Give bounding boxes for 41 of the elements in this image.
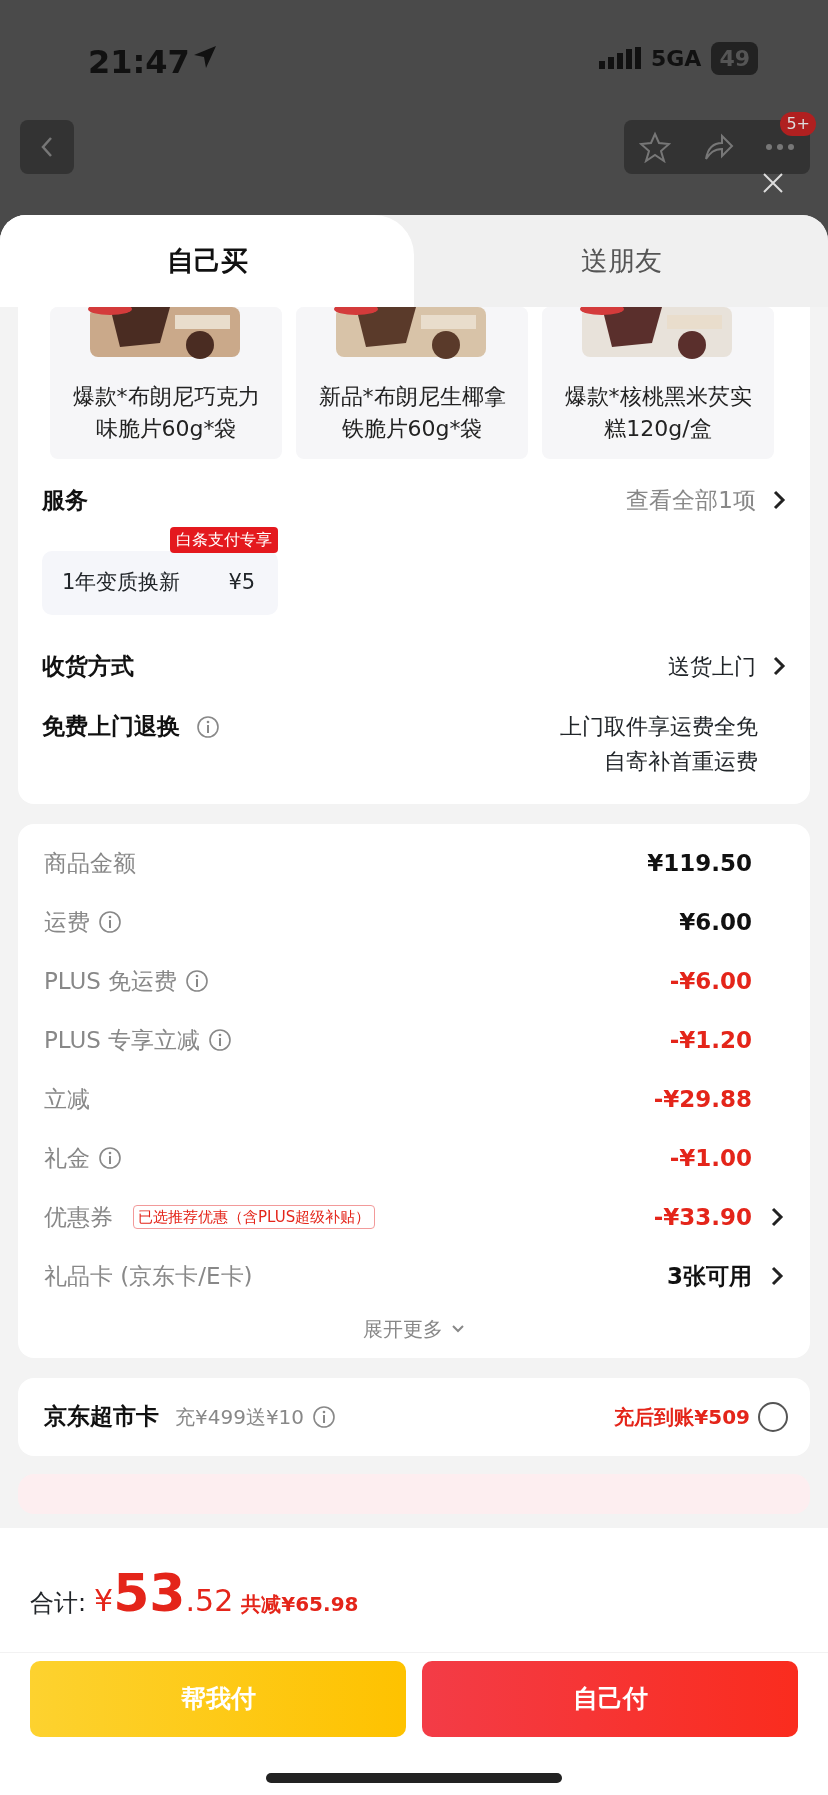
service-price: ¥5: [228, 569, 256, 597]
view-all-link[interactable]: 查看全部1项: [626, 482, 786, 518]
total-amount: ¥53.52: [94, 1562, 234, 1625]
network-label: 5GA: [650, 45, 702, 73]
price-value: ¥119.50: [647, 848, 752, 878]
delivery-label: 收货方式: [42, 651, 134, 681]
price-label: 礼品卡 (京东卡/E卡): [44, 1261, 253, 1291]
promo-tag: 白条支付专享: [170, 527, 278, 554]
tab[interactable]: 送朋友: [414, 215, 828, 307]
pay-myself-button[interactable]: 自己付: [422, 1661, 798, 1737]
price-value: -¥1.20: [669, 1025, 752, 1055]
price-label: 立减: [44, 1084, 90, 1114]
price-value: -¥33.90: [653, 1202, 752, 1232]
total-label: 合计:: [30, 1588, 87, 1619]
price-value: -¥6.00: [669, 966, 752, 996]
price-value: -¥1.00: [669, 1143, 752, 1173]
returns-label: 免费上门退换: [42, 712, 180, 742]
coupon-tag: 已选推荐优惠（含PLUS超级补贴）: [133, 1204, 376, 1230]
price-label: PLUS 专享立减: [44, 1025, 201, 1055]
price-label: 商品金额: [44, 848, 136, 878]
tab[interactable]: 自己买: [0, 215, 414, 307]
service-name: 1年变质换新: [62, 569, 181, 597]
price-label: 优惠券: [44, 1202, 113, 1232]
status-time: 21:47: [88, 42, 190, 83]
notification-badge: 5+: [780, 112, 816, 136]
expand-more-link[interactable]: 展开更多: [44, 1313, 784, 1344]
total-saving: 共减¥65.98: [241, 1591, 359, 1618]
returns-note: 上门取件享运费全免: [560, 713, 758, 742]
price-label: PLUS 免运费: [44, 966, 178, 996]
service-option[interactable]: 1年变质换新 ¥5: [42, 551, 278, 615]
returns-note: 自寄补首重运费: [603, 748, 758, 777]
section-title: 服务: [42, 485, 88, 515]
price-label: 礼金: [44, 1143, 90, 1173]
delivery-method-link[interactable]: 送货上门: [668, 649, 786, 683]
recharge-result: 充后到账¥509: [614, 1403, 750, 1431]
price-value: 3张可用: [667, 1261, 752, 1291]
price-label: 运费: [44, 907, 90, 937]
offer-text: 充¥499送¥10: [175, 1403, 305, 1431]
price-value: ¥6.00: [679, 907, 752, 937]
card-title: 京东超市卡: [44, 1402, 159, 1432]
price-value: -¥29.88: [653, 1084, 752, 1114]
